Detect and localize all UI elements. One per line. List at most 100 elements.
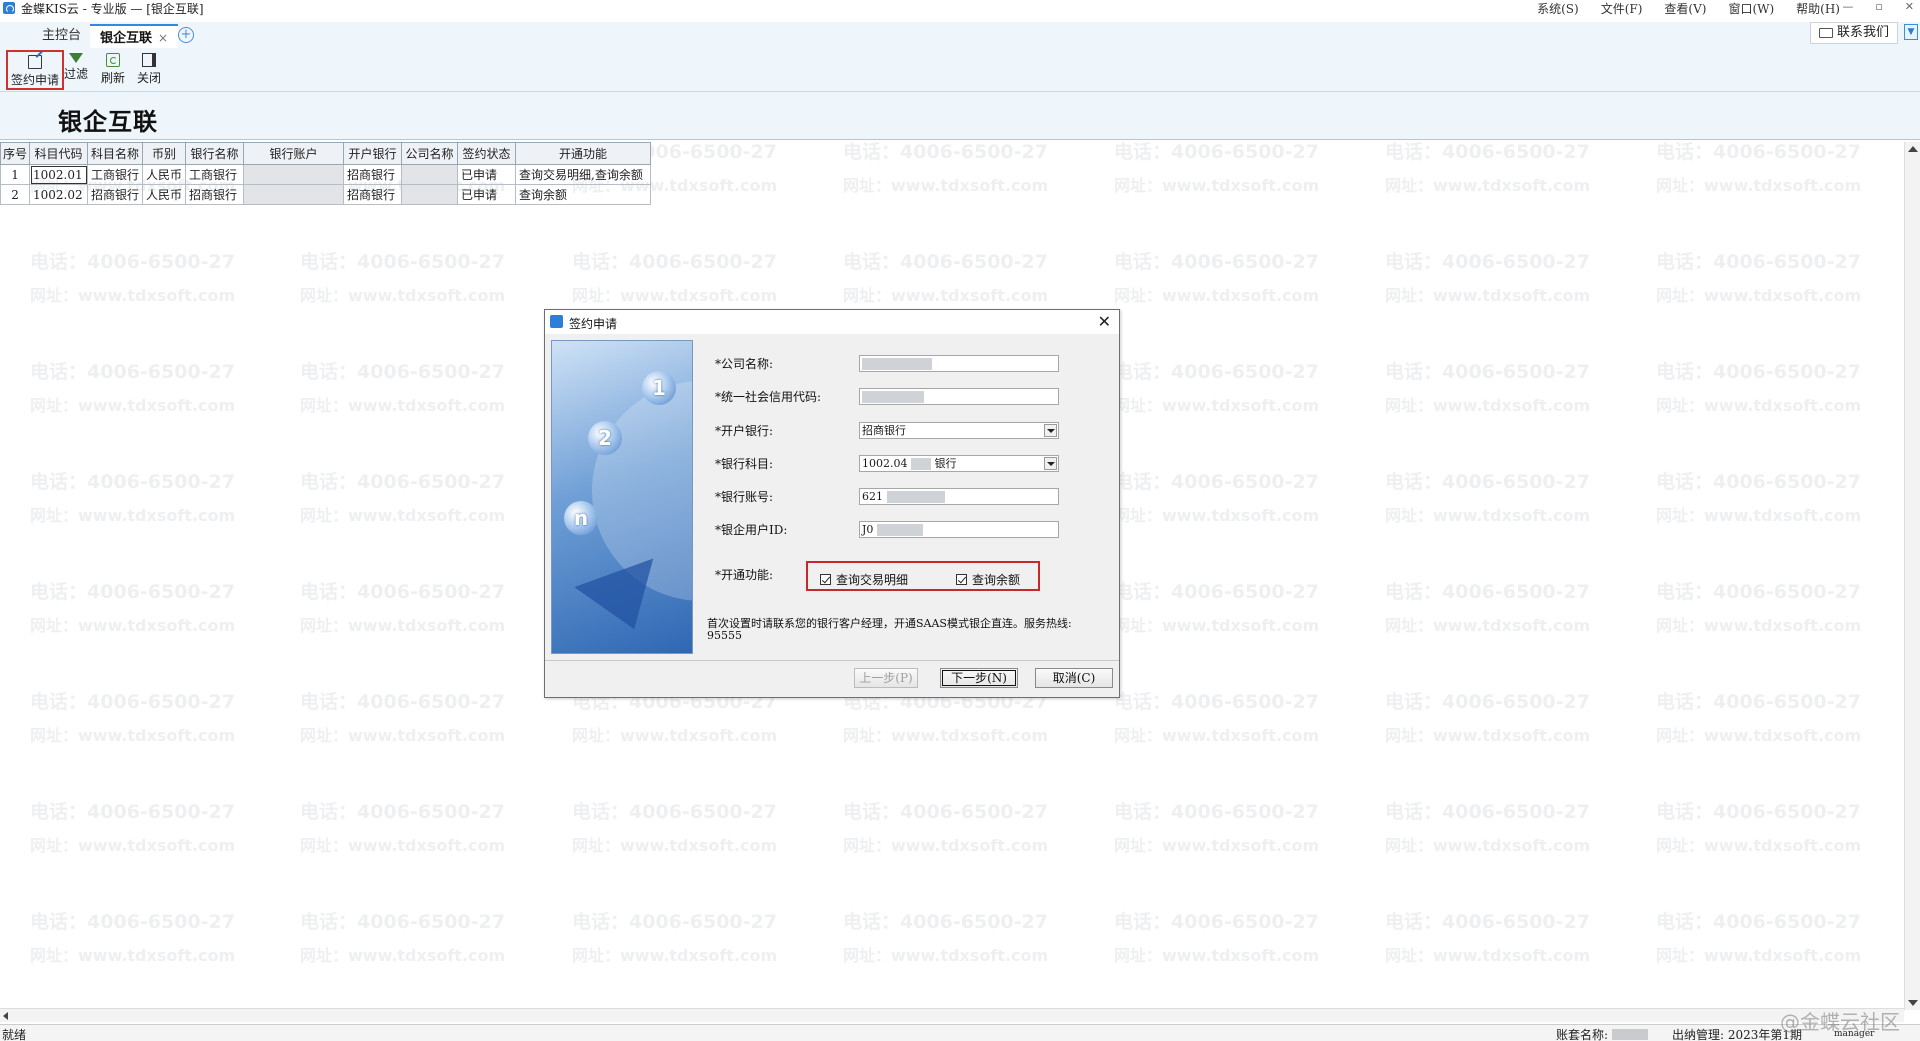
scroll-up-icon[interactable] [1908, 146, 1918, 152]
cell-subject-code[interactable]: 1002.02 [29, 184, 89, 205]
watermark-phone: 电话：4006-6500-27 [1656, 911, 1861, 933]
chevron-down-icon[interactable] [1044, 457, 1057, 470]
checkbox-checked-icon[interactable] [956, 574, 967, 585]
chevron-down-icon[interactable]: ▼ [1904, 24, 1918, 40]
watermark-phone: 电话：4006-6500-27 [1114, 251, 1319, 273]
menu-system[interactable]: 系统(S) [1537, 0, 1579, 17]
masked-value [886, 491, 945, 503]
watermark: 电话：4006-6500-27 网址：www.tdxsoft.com [1656, 577, 1861, 636]
cancel-button[interactable]: 取消(C) [1035, 668, 1113, 688]
col-seq[interactable]: 序号 [0, 142, 31, 165]
watermark-site: 网址：www.tdxsoft.com [300, 396, 506, 415]
refresh-button[interactable]: 刷新 [98, 50, 128, 90]
menu-view[interactable]: 查看(V) [1664, 0, 1706, 17]
watermark: 电话：4006-6500-27 网址：www.tdxsoft.com [30, 687, 235, 746]
cell-subject-name[interactable]: 招商银行 [87, 184, 144, 205]
window-close-icon[interactable]: ✕ [1905, 0, 1914, 13]
menu-file[interactable]: 文件(F) [1601, 0, 1643, 17]
watermark-phone: 电话：4006-6500-27 [1385, 911, 1590, 933]
page-title: 银企互联 [58, 107, 158, 136]
col-open-bank[interactable]: 开户银行 [343, 142, 403, 165]
watermark-phone: 电话：4006-6500-27 [1385, 801, 1590, 823]
cell-open-bank[interactable]: 招商银行 [343, 164, 403, 185]
watermark-phone: 电话：4006-6500-27 [300, 251, 505, 273]
watermark-phone: 电话：4006-6500-27 [572, 801, 777, 823]
horizontal-scrollbar[interactable] [0, 1008, 1904, 1022]
cell-bank-name[interactable]: 招商银行 [185, 184, 245, 205]
cell-functions[interactable]: 查询交易明细,查询余额 [515, 164, 652, 185]
bank-account-input[interactable]: 621 [859, 488, 1059, 505]
restore-icon[interactable]: ▫ [1875, 0, 1882, 13]
masked-value [911, 458, 931, 470]
checkbox-checked-icon[interactable] [820, 574, 831, 585]
menu-help[interactable]: 帮助(H) [1796, 0, 1840, 17]
watermark-phone: 电话：4006-6500-27 [1385, 691, 1590, 713]
table-row[interactable]: 2 1002.02 招商银行 人民币 招商银行 招商银行 已申请 查询余额 [0, 184, 652, 205]
query-detail-checkbox[interactable]: 查询交易明细 [820, 571, 908, 588]
company-name-input[interactable] [859, 355, 1059, 372]
bank-user-id-input[interactable]: J0 [859, 521, 1059, 538]
cell-seq[interactable]: 2 [0, 184, 31, 205]
col-bank-account[interactable]: 银行账户 [243, 142, 345, 165]
tab-bank-enterprise[interactable]: 银企互联 × [90, 24, 179, 48]
watermark-site: 网址：www.tdxsoft.com [1114, 396, 1320, 415]
cell-company-name[interactable] [401, 184, 459, 205]
watermark-site: 网址：www.tdxsoft.com [1385, 616, 1591, 635]
watermark-phone: 电话：4006-6500-27 [30, 691, 235, 713]
query-balance-label: 查询余额 [972, 573, 1021, 587]
cell-subject-code[interactable]: 1002.01 [29, 164, 89, 185]
vertical-scrollbar[interactable] [1904, 142, 1920, 1010]
credit-code-input[interactable] [859, 388, 1059, 405]
col-currency[interactable]: 币别 [142, 142, 187, 165]
watermark-phone: 电话：4006-6500-27 [1114, 911, 1319, 933]
cell-functions[interactable]: 查询余额 [515, 184, 652, 205]
cell-company-name[interactable] [401, 164, 459, 185]
cell-sign-status[interactable]: 已申请 [457, 164, 517, 185]
cell-bank-name[interactable]: 工商银行 [185, 164, 245, 185]
cell-subject-name[interactable]: 工商银行 [87, 164, 144, 185]
sign-apply-button[interactable]: 签约申请 [6, 50, 64, 90]
cell-seq[interactable]: 1 [0, 164, 31, 185]
dialog-close-icon[interactable]: ✕ [1098, 312, 1111, 331]
cell-sign-status[interactable]: 已申请 [457, 184, 517, 205]
close-button[interactable]: 关闭 [134, 50, 164, 90]
tab-main-console[interactable]: 主控台 [32, 24, 91, 48]
watermark: 电话：4006-6500-27 网址：www.tdxsoft.com [30, 247, 235, 306]
menu-window[interactable]: 窗口(W) [1728, 0, 1774, 17]
cell-bank-account[interactable] [243, 164, 345, 185]
watermark-phone: 电话：4006-6500-27 [1656, 251, 1861, 273]
col-sign-status[interactable]: 签约状态 [457, 142, 517, 165]
scroll-down-icon[interactable] [1908, 1000, 1918, 1006]
filter-button[interactable]: 过滤 [64, 50, 88, 90]
contact-us-button[interactable]: 联系我们 [1809, 22, 1898, 44]
next-step-button[interactable]: 下一步(N) [940, 668, 1018, 688]
status-ready: 就绪 [2, 1028, 27, 1041]
scroll-left-icon[interactable] [3, 1012, 8, 1020]
watermark-phone: 电话：4006-6500-27 [300, 471, 505, 493]
sign-apply-dialog: 签约申请 ✕ 1 2 n *公司名称: *统一社会信用代码: *开户银行: 招商… [544, 309, 1120, 698]
open-bank-select[interactable]: 招商银行 [859, 422, 1059, 439]
cell-bank-account[interactable] [243, 184, 345, 205]
col-company-name[interactable]: 公司名称 [401, 142, 459, 165]
cell-currency[interactable]: 人民币 [142, 164, 187, 185]
chevron-down-icon[interactable] [1044, 424, 1057, 437]
bank-subject-select[interactable]: 1002.04 银行 [859, 455, 1059, 472]
refresh-label: 刷新 [100, 71, 125, 85]
watermark-site: 网址：www.tdxsoft.com [1114, 946, 1320, 965]
page-header: 银企互联 [0, 92, 1920, 140]
prev-step-button[interactable]: 上一步(P) [854, 668, 918, 688]
cell-open-bank[interactable]: 招商银行 [343, 184, 403, 205]
minimize-icon[interactable]: — [1842, 0, 1853, 13]
cell-currency[interactable]: 人民币 [142, 184, 187, 205]
col-subject-code[interactable]: 科目代码 [29, 142, 89, 165]
tab-close-icon[interactable]: × [158, 31, 168, 45]
query-balance-checkbox[interactable]: 查询余额 [956, 571, 1020, 588]
col-subject-name[interactable]: 科目名称 [87, 142, 144, 165]
watermark-site: 网址：www.tdxsoft.com [1114, 286, 1320, 305]
watermark-site: 网址：www.tdxsoft.com [30, 836, 236, 855]
col-functions[interactable]: 开通功能 [515, 142, 652, 165]
col-bank-name[interactable]: 银行名称 [185, 142, 245, 165]
add-tab-icon[interactable]: + [178, 27, 194, 43]
watermark-phone: 电话：4006-6500-27 [1114, 581, 1319, 603]
table-row[interactable]: 1 1002.01 工商银行 人民币 工商银行 招商银行 已申请 查询交易明细,… [0, 164, 652, 185]
